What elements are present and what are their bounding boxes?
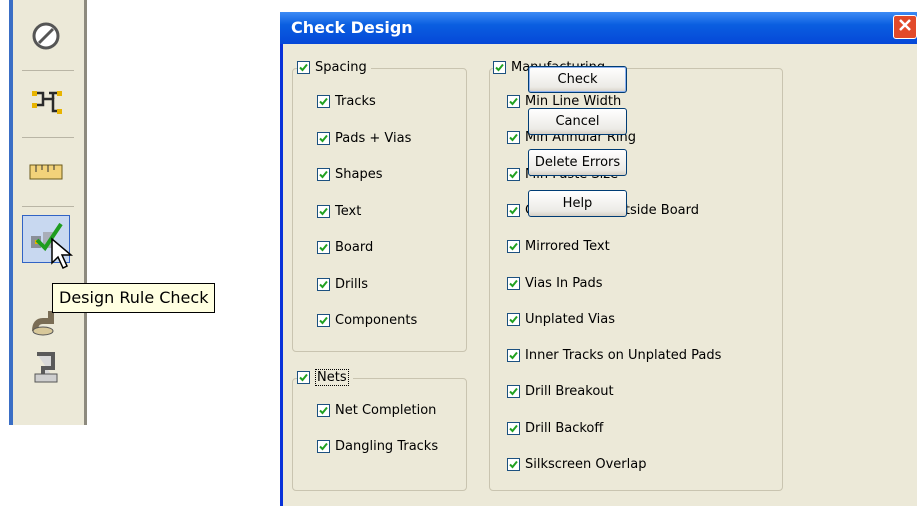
checkbox[interactable] — [507, 167, 520, 181]
manufacturing-option[interactable]: Min Line Width — [507, 94, 621, 109]
net-icon — [29, 85, 63, 123]
tooltip: Design Rule Check — [52, 283, 216, 313]
manufacturing-option[interactable]: Mirrored Text — [507, 239, 610, 254]
mouse-pointer-icon — [50, 237, 76, 275]
checkbox-label: Drill Backoff — [525, 420, 604, 436]
checkbox[interactable] — [507, 421, 520, 435]
checkbox-label: Silkscreen Overlap — [525, 457, 647, 472]
dialog-titlebar[interactable]: Check Design — [280, 12, 917, 44]
checkbox-label: Net Completion — [335, 403, 437, 418]
checkbox-label: Unplated Vias — [525, 311, 616, 327]
checkbox-label: Vias In Pads — [525, 275, 603, 291]
checkbox[interactable] — [507, 203, 520, 217]
checkbox-label: Shapes — [335, 167, 383, 182]
pcb-toolbar — [0, 0, 95, 425]
checkbox-label: Board — [335, 240, 374, 255]
checkbox-label: Pads + Vias — [335, 130, 412, 146]
spacing-option[interactable]: Drills — [317, 277, 368, 292]
checkbox[interactable] — [507, 240, 520, 254]
spacing-option[interactable]: Pads + Vias — [317, 131, 411, 146]
spacing-option[interactable]: Components — [317, 313, 417, 328]
toolbar-edge — [9, 0, 13, 425]
cancel-button[interactable]: Cancel — [528, 108, 627, 135]
manufacturing-option[interactable]: Drill Breakout — [507, 384, 614, 399]
manufacturing-option[interactable]: Unplated Vias — [507, 312, 615, 327]
manufacturing-option[interactable]: Drill Backoff — [507, 421, 603, 436]
spacing-option[interactable]: Board — [317, 240, 373, 255]
nets-option[interactable]: Dangling Tracks — [317, 439, 438, 454]
checkbox[interactable] — [507, 458, 520, 471]
no-entry-icon — [30, 20, 62, 56]
checkbox[interactable] — [317, 204, 330, 218]
nets-group-header[interactable]: Nets — [297, 369, 353, 386]
checkbox[interactable] — [507, 131, 520, 145]
ruler-icon — [28, 159, 64, 189]
check-button[interactable]: Check — [528, 66, 627, 93]
nets-group — [292, 378, 467, 491]
checkbox-label: Dangling Tracks — [335, 439, 439, 454]
checkbox[interactable] — [507, 276, 520, 290]
toolbar-edge-shadow — [84, 0, 87, 425]
checkbox-label: Text — [335, 203, 362, 219]
toolbar-separator — [22, 137, 74, 138]
checkbox[interactable] — [317, 440, 330, 453]
close-icon — [898, 18, 912, 36]
checkbox-label: Drill Breakout — [525, 384, 614, 400]
checkbox-label: Inner Tracks on Unplated Pads — [525, 348, 722, 364]
checkbox[interactable] — [317, 314, 330, 327]
spacing-group-header[interactable]: Spacing — [297, 60, 371, 75]
checkbox[interactable] — [297, 371, 310, 384]
spacing-option[interactable]: Tracks — [317, 94, 376, 109]
net-button[interactable] — [22, 80, 70, 128]
help-button[interactable]: Help — [528, 190, 627, 217]
checkbox-label: Min Line Width — [525, 94, 622, 109]
nets-option[interactable]: Net Completion — [317, 403, 436, 418]
checkbox[interactable] — [493, 61, 506, 74]
checkbox[interactable] — [297, 61, 310, 74]
spacing-option[interactable]: Text — [317, 204, 361, 219]
nets-label: Nets — [315, 369, 349, 386]
checkbox-label: Tracks — [335, 94, 376, 109]
manufacturing-option[interactable]: Silkscreen Overlap — [507, 457, 646, 472]
checkbox[interactable] — [317, 241, 330, 254]
dialog-title: Check Design — [291, 18, 413, 37]
plug-icon — [29, 348, 63, 390]
checkbox[interactable] — [317, 277, 330, 291]
checkbox[interactable] — [507, 95, 520, 108]
checkbox[interactable] — [317, 95, 330, 108]
checkbox[interactable] — [317, 404, 330, 417]
plug-button[interactable] — [22, 345, 70, 393]
delete-errors-button[interactable]: Delete Errors — [528, 149, 627, 176]
checkbox[interactable] — [507, 385, 520, 399]
no-entry-button[interactable] — [22, 14, 70, 62]
measure-button[interactable] — [22, 150, 70, 198]
manufacturing-option[interactable]: Vias In Pads — [507, 276, 603, 291]
manufacturing-option[interactable]: Inner Tracks on Unplated Pads — [507, 348, 721, 363]
checkbox-label: Drills — [335, 276, 368, 292]
checkbox[interactable] — [317, 131, 330, 145]
toolbar-separator — [22, 206, 74, 207]
toolbar-separator — [22, 70, 74, 71]
spacing-option[interactable]: Shapes — [317, 167, 382, 182]
checkbox-label: Components — [335, 313, 418, 328]
checkbox[interactable] — [507, 312, 520, 326]
close-button[interactable] — [893, 15, 917, 39]
spacing-label: Spacing — [315, 60, 367, 75]
checkbox[interactable] — [317, 168, 330, 181]
checkbox[interactable] — [507, 349, 520, 363]
checkbox-label: Mirrored Text — [525, 239, 610, 255]
